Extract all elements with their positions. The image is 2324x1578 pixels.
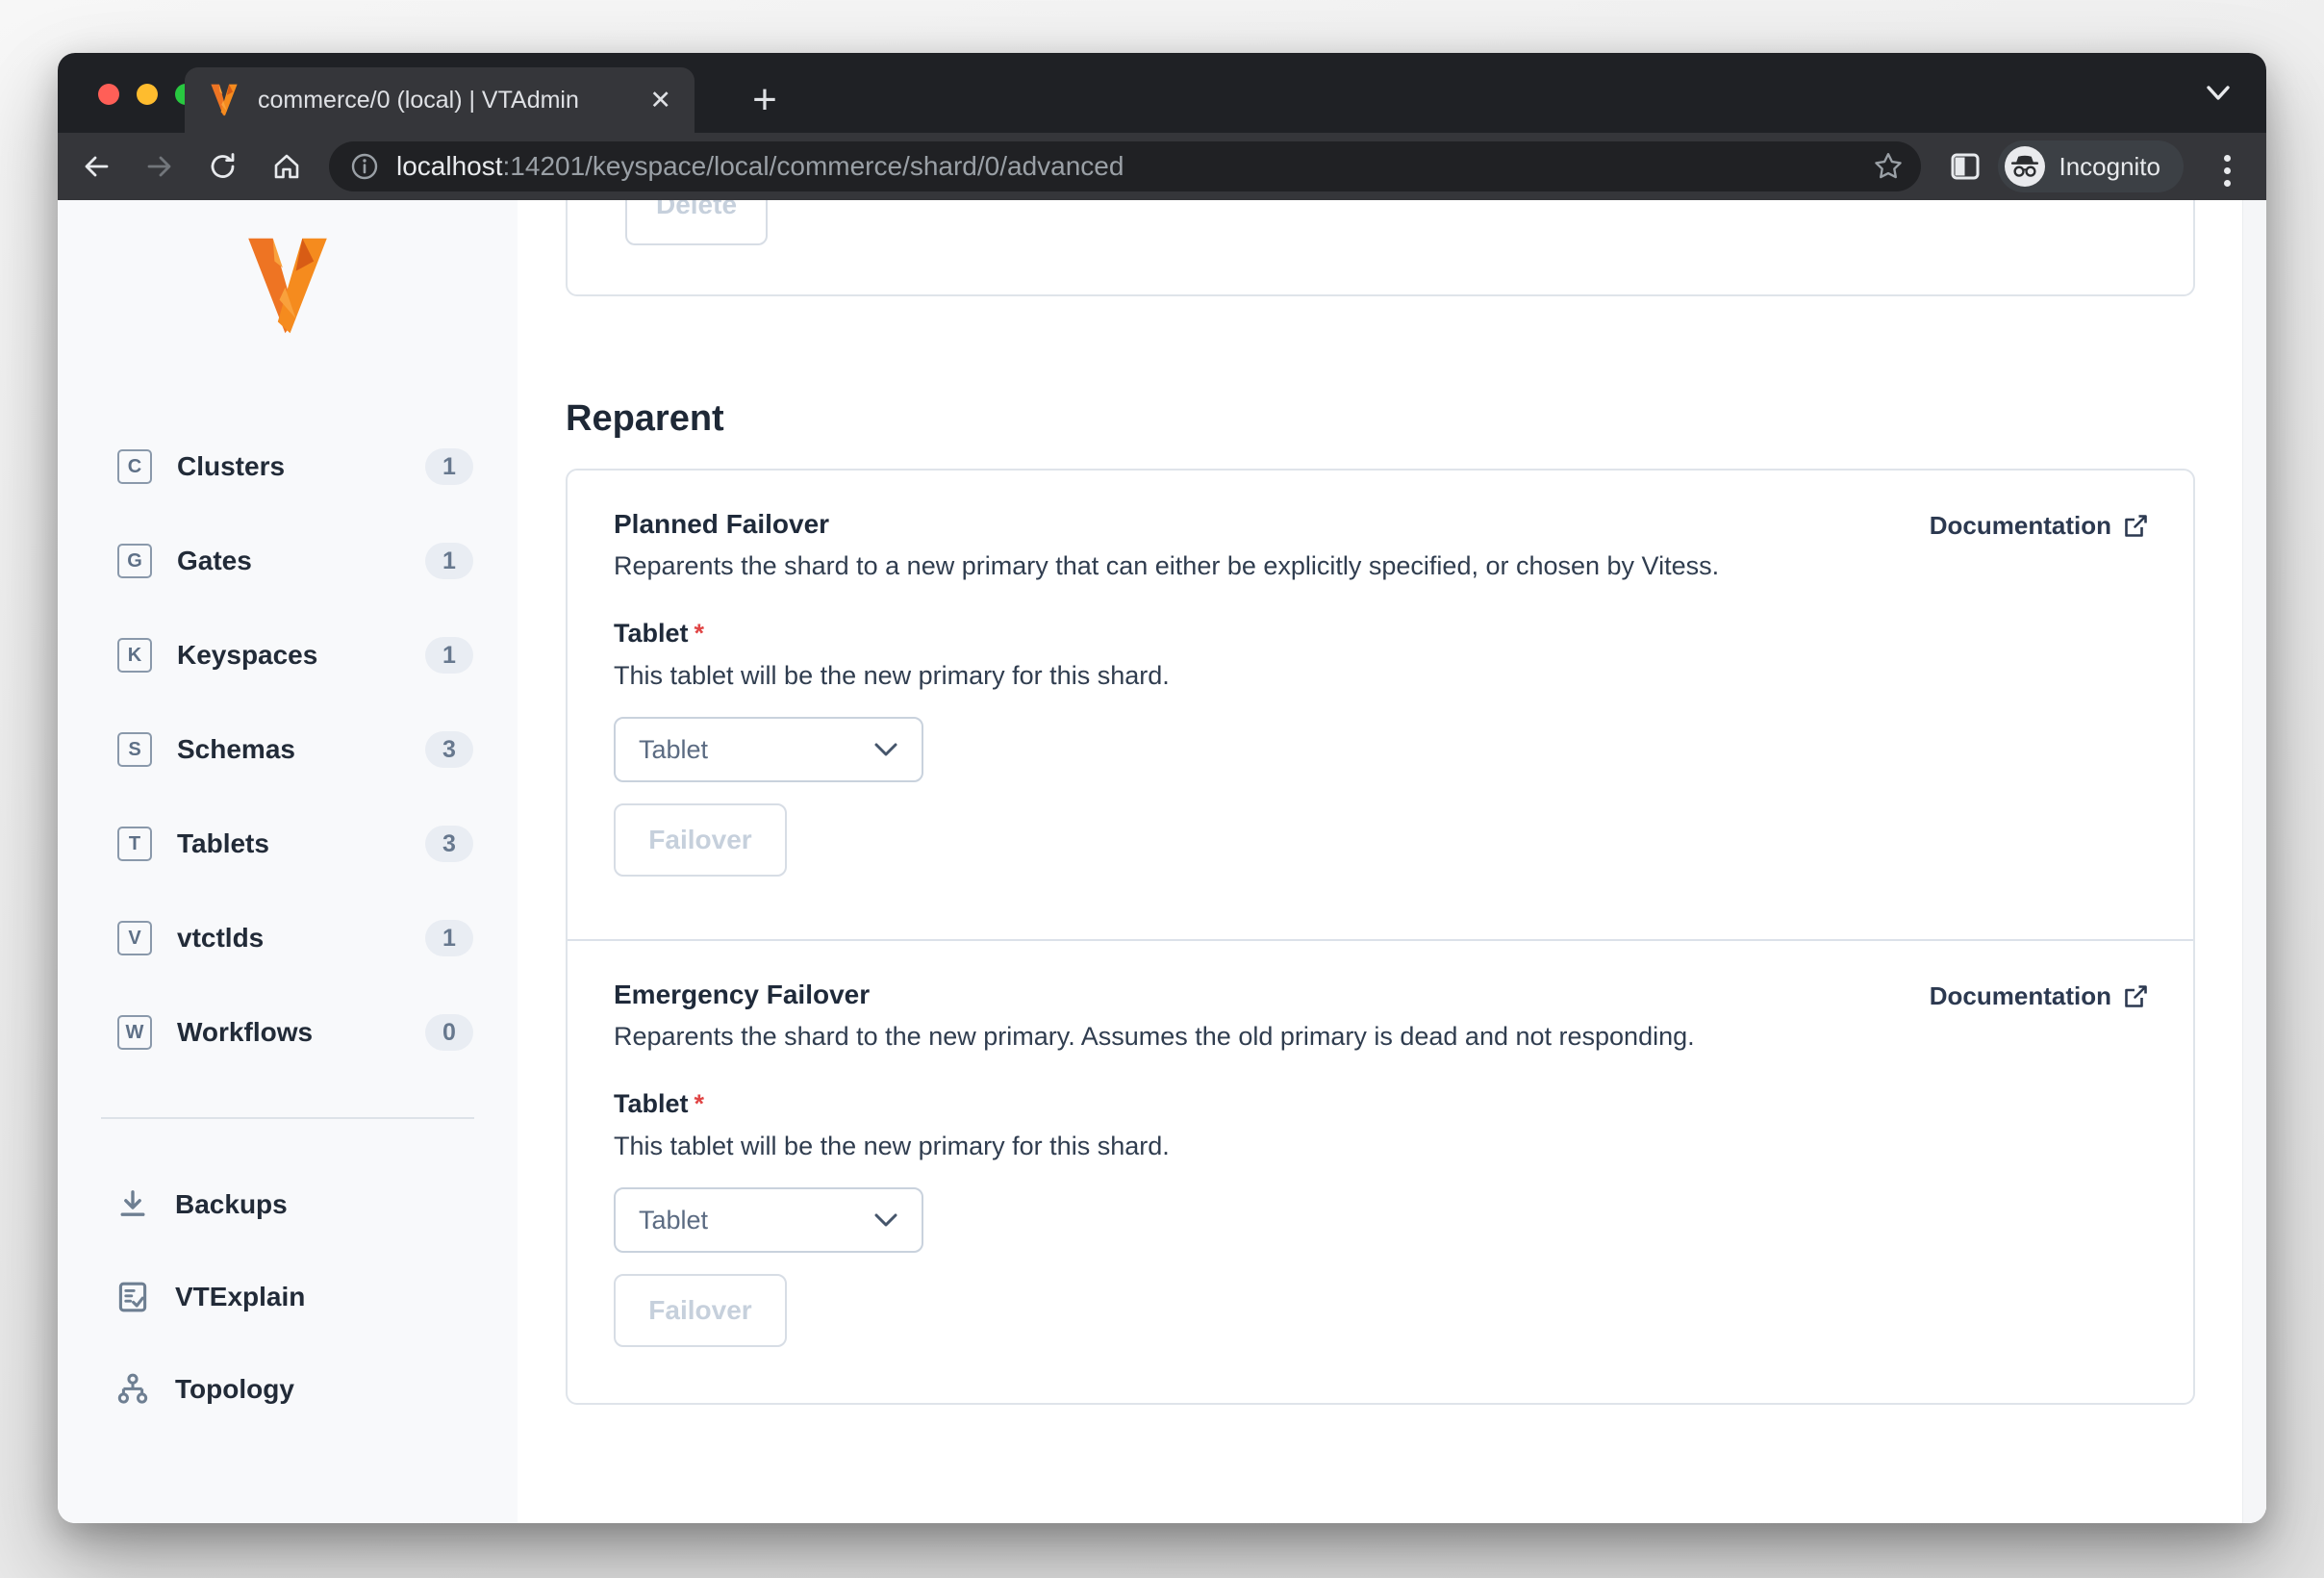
planned-failover-panel: Planned Failover Documentation Reparents… xyxy=(568,471,2193,939)
chevron-down-icon xyxy=(874,1213,897,1227)
browser-menu-icon[interactable] xyxy=(2222,149,2232,192)
sidebar-item-keyspaces[interactable]: K Keyspaces 1 xyxy=(58,608,518,702)
url-text: localhost:14201/keyspace/local/commerce/… xyxy=(396,151,1124,182)
count-badge: 0 xyxy=(425,1014,473,1051)
tablet-field-help: This tablet will be the new primary for … xyxy=(614,1132,1170,1160)
failover-button[interactable]: Failover xyxy=(614,803,787,877)
tab-title: commerce/0 (local) | VTAdmin xyxy=(258,86,579,114)
keyspaces-letter-icon: K xyxy=(117,638,152,673)
topology-icon xyxy=(114,1370,152,1409)
site-info-icon[interactable] xyxy=(350,152,379,181)
tablet-select[interactable]: Tablet xyxy=(614,717,923,782)
sidebar-tools: Backups VTExplain Topology xyxy=(58,1158,518,1436)
sidebar-item-label: Schemas xyxy=(177,734,295,764)
failover-button[interactable]: Failover xyxy=(614,1274,787,1347)
panel-description: Reparents the shard to the new primary. … xyxy=(614,1022,1695,1051)
backups-icon xyxy=(114,1185,152,1224)
sidebar-item-label: Tablets xyxy=(177,828,269,858)
vtctlds-letter-icon: V xyxy=(117,921,152,955)
panel-heading: Emergency Failover xyxy=(614,980,871,1009)
chevron-down-icon xyxy=(874,743,897,756)
tablets-letter-icon: T xyxy=(117,827,152,861)
sidebar-item-clusters[interactable]: C Clusters 1 xyxy=(58,420,518,514)
sidebar-item-workflows[interactable]: W Workflows 0 xyxy=(58,985,518,1080)
sidebar-item-vtexplain[interactable]: VTExplain xyxy=(58,1251,518,1343)
sidebar-item-label: Backups xyxy=(175,1189,288,1219)
tab-strip: commerce/0 (local) | VTAdmin ✕ + xyxy=(58,53,2266,133)
panel-heading: Planned Failover xyxy=(614,509,830,539)
external-link-icon xyxy=(2125,985,2147,1007)
address-bar[interactable]: localhost:14201/keyspace/local/commerce/… xyxy=(329,141,1921,191)
side-panel-icon[interactable] xyxy=(1949,150,1982,183)
back-icon[interactable] xyxy=(81,151,112,182)
tablet-field-help: This tablet will be the new primary for … xyxy=(614,661,1170,690)
browser-window: commerce/0 (local) | VTAdmin ✕ + localho… xyxy=(58,53,2266,1523)
external-link-icon xyxy=(2125,515,2147,537)
incognito-icon xyxy=(2005,146,2046,187)
sidebar-item-label: Keyspaces xyxy=(177,640,318,670)
documentation-link[interactable]: Documentation xyxy=(1930,981,2149,1011)
schemas-letter-icon: S xyxy=(117,732,152,767)
count-badge: 3 xyxy=(425,826,473,862)
tablet-field-label: Tablet * xyxy=(614,619,705,648)
sidebar-item-label: Clusters xyxy=(177,451,286,481)
panel-description: Reparents the shard to a new primary tha… xyxy=(614,551,1720,580)
sidebar-item-backups[interactable]: Backups xyxy=(58,1158,518,1251)
sidebar-item-label: Workflows xyxy=(177,1017,314,1047)
count-badge: 1 xyxy=(425,637,473,674)
tablet-field-label: Tablet * xyxy=(614,1089,705,1118)
tab-search-chevron-icon[interactable] xyxy=(2201,82,2236,105)
required-asterisk: * xyxy=(694,619,705,648)
incognito-label: Incognito xyxy=(2059,151,2160,181)
count-badge: 1 xyxy=(425,920,473,956)
page-content: C Clusters 1 G Gates 1 K Keyspaces 1 S S… xyxy=(58,123,2266,1523)
sidebar-item-gates[interactable]: G Gates 1 xyxy=(58,514,518,608)
tablet-select[interactable]: Tablet xyxy=(614,1187,923,1253)
minimize-window-button[interactable] xyxy=(137,84,158,105)
forward-icon[interactable] xyxy=(144,151,175,182)
browser-chrome: commerce/0 (local) | VTAdmin ✕ + localho… xyxy=(58,53,2266,200)
vtadmin-sidebar: C Clusters 1 G Gates 1 K Keyspaces 1 S S… xyxy=(58,200,518,1523)
sidebar-item-label: vtctlds xyxy=(177,923,265,953)
reparent-section-title: Reparent xyxy=(566,398,724,439)
sidebar-item-label: VTExplain xyxy=(175,1282,306,1311)
tab-commerce-0[interactable]: commerce/0 (local) | VTAdmin ✕ xyxy=(185,67,695,133)
sidebar-item-label: Gates xyxy=(177,546,252,575)
workflows-letter-icon: W xyxy=(117,1015,152,1050)
browser-toolbar: localhost:14201/keyspace/local/commerce/… xyxy=(58,133,2266,200)
shard-advanced-page: Delete Reparent Planned Failover Documen… xyxy=(518,123,2266,1523)
required-asterisk: * xyxy=(694,1089,705,1118)
new-tab-button[interactable]: + xyxy=(739,74,791,126)
reload-icon[interactable] xyxy=(208,151,239,182)
sidebar-item-topology[interactable]: Topology xyxy=(58,1343,518,1436)
documentation-link[interactable]: Documentation xyxy=(1930,511,2149,541)
clusters-letter-icon: C xyxy=(117,449,152,484)
close-window-button[interactable] xyxy=(98,84,119,105)
sidebar-item-tablets[interactable]: T Tablets 3 xyxy=(58,797,518,891)
sidebar-item-schemas[interactable]: S Schemas 3 xyxy=(58,702,518,797)
count-badge: 1 xyxy=(425,543,473,579)
sidebar-nav: C Clusters 1 G Gates 1 K Keyspaces 1 S S… xyxy=(58,420,518,1080)
sidebar-item-vtctlds[interactable]: V vtctlds 1 xyxy=(58,891,518,985)
count-badge: 3 xyxy=(425,731,473,768)
vitess-favicon xyxy=(211,84,238,116)
url-host: localhost xyxy=(396,151,503,181)
incognito-badge: Incognito xyxy=(1998,140,2184,192)
home-icon[interactable] xyxy=(271,151,302,182)
desktop: commerce/0 (local) | VTAdmin ✕ + localho… xyxy=(0,0,2324,1578)
emergency-failover-panel: Emergency Failover Documentation Reparen… xyxy=(568,939,2193,1408)
url-path: :14201/keyspace/local/commerce/shard/0/a… xyxy=(502,151,1124,181)
sidebar-item-label: Topology xyxy=(175,1374,294,1404)
sidebar-divider xyxy=(101,1117,474,1119)
count-badge: 1 xyxy=(425,448,473,485)
gates-letter-icon: G xyxy=(117,544,152,578)
bookmark-star-icon[interactable] xyxy=(1873,151,1904,182)
vitess-logo[interactable] xyxy=(246,237,329,335)
vtexplain-icon xyxy=(114,1278,152,1316)
reparent-card: Planned Failover Documentation Reparents… xyxy=(566,469,2195,1405)
tab-close-icon[interactable]: ✕ xyxy=(649,86,671,115)
page-scrollbar[interactable] xyxy=(2242,200,2266,1523)
